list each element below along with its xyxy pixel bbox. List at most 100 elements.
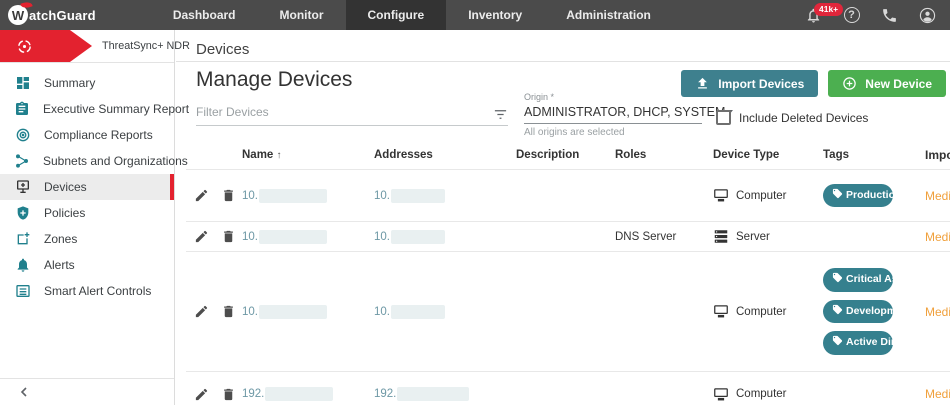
sidebar-item-alerts[interactable]: Alerts — [0, 252, 174, 278]
redacted-address — [397, 387, 470, 401]
top-menu: Dashboard Monitor Configure Inventory Ad… — [151, 0, 673, 30]
topbar-utilities: 41k+ ? — [805, 2, 936, 24]
sidebar-item-subnets-and-organizations[interactable]: Subnets and Organizations — [0, 148, 188, 174]
title-divider — [176, 61, 950, 62]
edit-pencil-icon[interactable] — [194, 387, 209, 402]
device-name-cell[interactable]: 10. — [242, 304, 374, 319]
account-icon[interactable] — [919, 7, 936, 24]
collapse-sidebar-button[interactable] — [0, 378, 174, 405]
include-deleted-label: Include Deleted Devices — [739, 110, 869, 125]
tag-chip: Active Directory — [823, 331, 927, 355]
devices-monitor-plus-icon — [14, 179, 31, 196]
redacted-address — [391, 229, 445, 244]
table-row: 192. 192. Computer Medium — [186, 372, 950, 405]
header-tags[interactable]: Tags — [817, 149, 917, 161]
menu-item-inventory[interactable]: Inventory — [446, 0, 544, 30]
page-actions: Import Devices New Device — [681, 70, 946, 97]
tags-cell: Critical Asset Development Active Direct… — [817, 264, 927, 359]
tag-chip: Development — [823, 299, 912, 324]
redacted-name — [259, 229, 327, 244]
policies-shield-icon — [14, 205, 31, 222]
report-document-icon — [14, 101, 30, 118]
tags-cell: Production — [817, 183, 917, 208]
origin-value: ADMINISTRATOR, DHCP, SYSTEM — [524, 105, 726, 119]
header-roles[interactable]: Roles — [607, 149, 707, 161]
sidebar-item-executive-summary-report[interactable]: Executive Summary Report — [0, 96, 189, 122]
device-type-cell: Server — [707, 229, 817, 244]
zones-square-plus-icon — [14, 231, 31, 248]
origin-label: Origin * — [524, 92, 555, 102]
menu-item-monitor[interactable]: Monitor — [258, 0, 346, 30]
upload-icon — [698, 77, 708, 89]
filter-devices-input[interactable] — [196, 101, 493, 125]
redacted-address — [391, 304, 445, 319]
sidebar-item-smart-alert-controls[interactable]: Smart Alert Controls — [0, 278, 174, 304]
redacted-name — [259, 188, 327, 203]
page-heading: Manage Devices — [196, 68, 353, 91]
tag-chip: Critical Asset — [823, 268, 913, 292]
header-name[interactable]: Name ↑ — [242, 149, 374, 161]
compliance-target-icon — [14, 127, 31, 144]
tag-icon — [832, 336, 843, 346]
product-name: ThreatSync+ NDR — [102, 40, 190, 52]
edit-pencil-icon[interactable] — [194, 188, 209, 203]
edit-pencil-icon[interactable] — [194, 304, 209, 319]
include-deleted-checkbox[interactable] — [716, 110, 731, 125]
origin-select[interactable]: Origin * ADMINISTRATOR, DHCP, SYSTEM All… — [524, 92, 734, 138]
delete-trash-icon[interactable] — [221, 387, 236, 402]
include-deleted-devices-field: Include Deleted Devices — [716, 110, 868, 125]
table-header-row: Name ↑ Addresses Description Roles Devic… — [186, 140, 950, 170]
tag-icon — [832, 188, 843, 198]
header-device-type[interactable]: Device Type — [707, 149, 817, 161]
delete-trash-icon[interactable] — [221, 188, 236, 203]
sidebar-header: ThreatSync+ NDR — [0, 30, 190, 63]
device-address-cell: 10. — [374, 229, 512, 244]
redacted-address — [391, 188, 445, 203]
device-name-cell[interactable]: 10. — [242, 188, 374, 203]
device-type-cell: Computer — [707, 387, 817, 402]
watchguard-logo[interactable]: W atchGuard — [8, 0, 96, 25]
server-icon — [714, 230, 728, 243]
device-type-cell: Computer — [707, 188, 817, 203]
edit-pencil-icon[interactable] — [194, 229, 209, 244]
device-name-cell[interactable]: 192. — [242, 387, 374, 401]
sort-ascending-icon: ↑ — [276, 149, 282, 161]
sync-crosshair-icon — [18, 39, 31, 53]
delete-trash-icon[interactable] — [221, 304, 236, 319]
header-importance[interactable]: Importance — [917, 148, 950, 162]
chevron-left-icon — [20, 387, 27, 397]
sidebar-item-compliance-reports[interactable]: Compliance Reports — [0, 122, 174, 148]
alerts-bell-icon — [14, 257, 31, 274]
support-phone-icon[interactable] — [881, 7, 898, 24]
devices-table: Name ↑ Addresses Description Roles Devic… — [186, 140, 950, 405]
sidebar-item-policies[interactable]: Policies — [0, 200, 174, 226]
importance-cell: Medium — [925, 387, 950, 401]
sidebar-item-summary[interactable]: Summary — [0, 70, 174, 96]
header-addresses[interactable]: Addresses — [374, 149, 512, 161]
tag-chip: Production — [823, 183, 901, 208]
device-address-cell: 10. — [374, 188, 512, 203]
roles-cell: DNS Server — [615, 230, 677, 243]
smart-alert-list-icon — [14, 283, 31, 300]
menu-item-configure[interactable]: Configure — [345, 0, 447, 30]
menu-item-administration[interactable]: Administration — [544, 0, 673, 30]
device-name-cell[interactable]: 10. — [242, 229, 374, 244]
threatsync-pennant[interactable] — [0, 30, 92, 62]
computer-icon — [714, 189, 728, 202]
menu-item-dashboard[interactable]: Dashboard — [151, 0, 258, 30]
table-row: 10. 10. Computer Production Medium — [186, 170, 950, 222]
filter-funnel-icon[interactable] — [493, 107, 508, 122]
tag-icon — [832, 304, 843, 314]
table-row: 10. 10. DNS Server Server Medium — [186, 222, 950, 252]
new-device-button[interactable]: New Device — [828, 70, 946, 97]
help-icon[interactable]: ? — [843, 7, 860, 24]
sidebar-item-devices[interactable]: Devices — [0, 174, 174, 200]
plus-circle-icon — [843, 77, 857, 90]
top-navigation-bar: W atchGuard Dashboard Monitor Configure … — [0, 0, 950, 30]
header-description[interactable]: Description — [512, 149, 607, 161]
sidebar-item-zones[interactable]: Zones — [0, 226, 174, 252]
device-address-cell: 10. — [374, 304, 512, 319]
notifications-bell-icon[interactable]: 41k+ — [805, 2, 844, 24]
delete-trash-icon[interactable] — [221, 229, 236, 244]
redacted-name — [259, 304, 327, 319]
